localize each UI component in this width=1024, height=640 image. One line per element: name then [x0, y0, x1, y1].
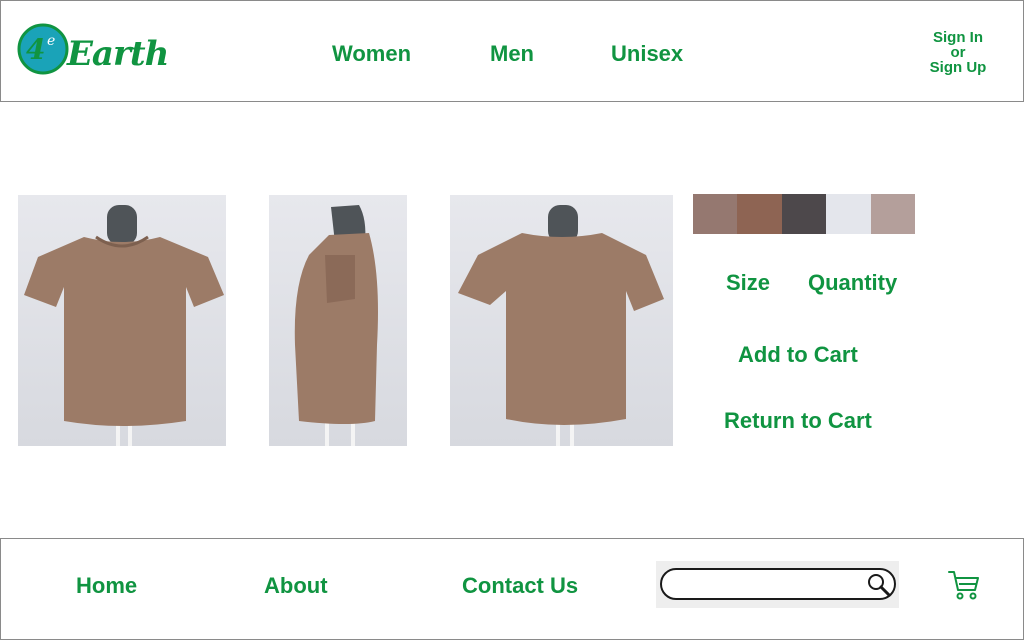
site-footer: Home About Contact Us [0, 538, 1024, 640]
swatch-color-2[interactable] [737, 194, 782, 234]
swatch-color-3[interactable] [781, 194, 827, 234]
svg-text:e: e [47, 33, 55, 49]
return-to-cart-button[interactable]: Return to Cart [724, 408, 872, 434]
brand-logo[interactable]: 4 e Earth [17, 20, 169, 82]
footer-contact-link[interactable]: Contact Us [462, 573, 578, 599]
add-to-cart-button[interactable]: Add to Cart [738, 342, 858, 368]
nav-women[interactable]: Women [332, 41, 411, 67]
sign-up-link[interactable]: Sign Up [921, 60, 995, 75]
logo-globe-icon: 4 e [17, 23, 69, 75]
auth-links: Sign In or Sign Up [921, 30, 995, 75]
product-image-side[interactable] [269, 195, 407, 446]
search-input[interactable] [674, 573, 854, 595]
nav-unisex[interactable]: Unisex [611, 41, 683, 67]
search-box [660, 568, 896, 600]
size-selector[interactable]: Size [726, 270, 770, 296]
color-swatches [693, 194, 915, 234]
nav-men[interactable]: Men [490, 41, 534, 67]
footer-home-link[interactable]: Home [76, 573, 137, 599]
sign-in-link[interactable]: Sign In [921, 30, 995, 45]
cart-icon[interactable] [947, 569, 981, 601]
product-image-back[interactable] [450, 195, 673, 446]
search-icon[interactable] [866, 572, 892, 598]
logo-text: Earth [67, 34, 169, 74]
swatch-color-1[interactable] [693, 194, 738, 234]
search-bar [656, 561, 899, 608]
swatch-color-4[interactable] [826, 194, 871, 234]
swatch-color-5[interactable] [870, 194, 915, 234]
product-image-front[interactable] [18, 195, 226, 446]
quantity-selector[interactable]: Quantity [808, 270, 897, 296]
auth-or-text: or [950, 44, 966, 61]
site-header: 4 e Earth Women Men Unisex Sign In or Si… [0, 0, 1024, 102]
svg-text:4: 4 [26, 33, 45, 66]
footer-about-link[interactable]: About [264, 573, 328, 599]
